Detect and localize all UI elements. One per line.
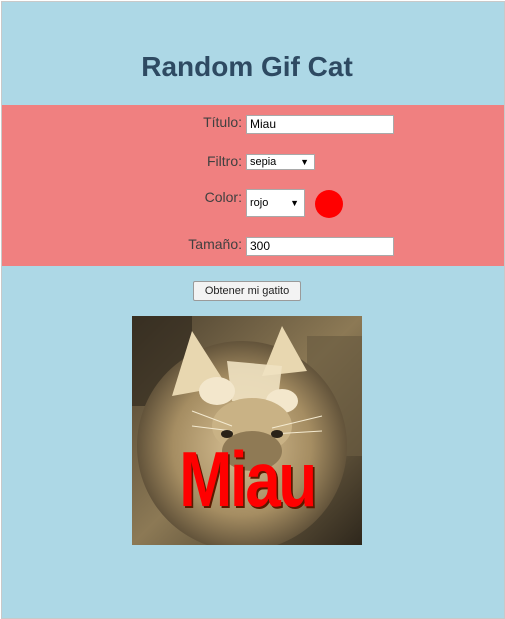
get-cat-button[interactable]: Obtener mi gatito (193, 281, 301, 301)
filter-select[interactable]: sepia ▼ (246, 154, 315, 170)
color-select[interactable]: rojo ▼ (246, 189, 305, 217)
chevron-down-icon: ▼ (290, 198, 299, 208)
filter-label: Filtro: (207, 153, 242, 169)
size-input[interactable]: 300 (246, 237, 394, 256)
title-input[interactable]: Miau (246, 115, 394, 134)
image-caption: Miau (179, 435, 317, 523)
color-label: Color: (204, 189, 242, 205)
title-label: Título: (203, 114, 242, 130)
app-window: Random Gif Cat Título: Miau Filtro: sepi… (1, 1, 505, 619)
page-title: Random Gif Cat (141, 51, 353, 82)
size-label: Tamaño: (188, 236, 242, 252)
cat-gif-image: Miau (132, 316, 362, 545)
filter-select-value: sepia (250, 156, 277, 168)
chevron-down-icon: ▼ (300, 157, 309, 167)
color-swatch (315, 190, 343, 218)
color-select-value: rojo (250, 197, 269, 209)
